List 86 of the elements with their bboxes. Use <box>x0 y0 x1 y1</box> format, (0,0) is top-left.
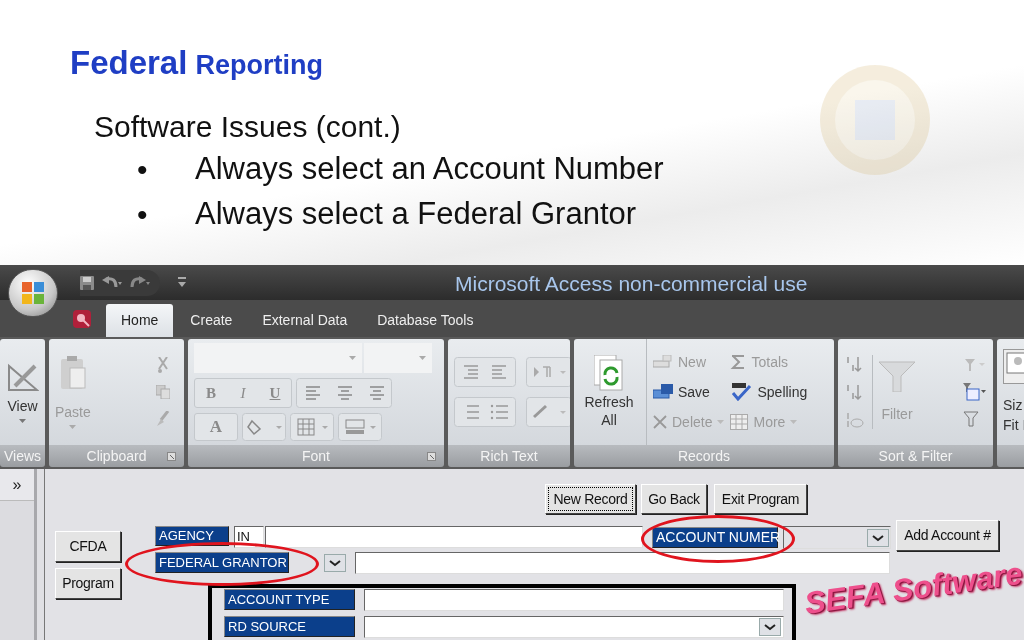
ribbon-group-label: Font <box>188 445 444 467</box>
combo-field[interactable] <box>364 616 784 638</box>
slide-title: Reporting <box>195 49 323 82</box>
caret-icon <box>69 424 77 429</box>
ribbon-button-label[interactable]: Siz <box>1003 395 1024 415</box>
ribbon-button-label[interactable]: Spelling <box>757 381 808 403</box>
align-buttons-icon[interactable] <box>296 378 392 408</box>
ribbon-group-label: Records <box>574 445 834 467</box>
copy-icon[interactable] <box>156 385 170 399</box>
ribbon-group-label: Rich Text <box>448 445 570 467</box>
caret-icon <box>717 420 725 424</box>
customize-icon[interactable] <box>178 276 186 289</box>
navigation-pane-toggle[interactable]: » <box>0 469 34 501</box>
clipboard-icon <box>59 355 86 390</box>
bullet-mark: • <box>137 196 149 233</box>
dropdown-button-icon[interactable] <box>324 554 346 572</box>
paragraph-icon[interactable] <box>526 357 570 387</box>
dialog-launcher-icon[interactable] <box>167 452 176 461</box>
form-button[interactable]: Go Back <box>641 484 707 514</box>
form-button[interactable]: CFDA <box>55 531 121 562</box>
text-field[interactable] <box>364 589 784 611</box>
form-icon <box>1003 349 1024 385</box>
ribbon-tab[interactable]: Database Tools <box>364 304 487 337</box>
office-logo-icon <box>22 282 44 304</box>
add-account-button[interactable]: Add Account # <box>896 520 999 551</box>
ribbon-group-label: Clipboard <box>49 445 184 467</box>
caret-icon <box>349 356 356 360</box>
table-icon <box>730 414 749 430</box>
spelling-check-icon <box>730 383 753 401</box>
ribbon-tab[interactable]: Home <box>106 304 174 337</box>
field-label: ACCOUNT TYPE <box>224 589 355 610</box>
sort-descending-icon[interactable] <box>844 383 864 401</box>
sigma-icon <box>730 354 747 370</box>
ribbon-tab[interactable]: External Data <box>249 304 361 337</box>
bullet-mark: • <box>137 151 149 188</box>
federal-grantor-field[interactable] <box>355 552 890 574</box>
undo-icon[interactable] <box>102 275 122 290</box>
caret-icon <box>19 418 26 423</box>
stamp-text: SEFA Software <box>801 554 1024 623</box>
toggle-filter-icon[interactable] <box>963 357 987 373</box>
bullet-text: Always select a Federal Grantor <box>195 195 637 233</box>
pencil-ruler-icon <box>6 361 39 394</box>
field-label: RD SOURCE <box>224 616 355 637</box>
form-button[interactable]: Exit Program <box>714 484 807 514</box>
dropdown-button-icon[interactable] <box>867 529 889 547</box>
form-button[interactable]: New Record <box>545 484 636 514</box>
clear-sort-icon[interactable] <box>844 411 864 429</box>
delete-icon <box>653 415 667 429</box>
refresh-icon <box>594 355 624 391</box>
redo-icon[interactable] <box>130 275 150 290</box>
save-icon[interactable] <box>80 275 94 290</box>
highlight-icon[interactable] <box>526 397 570 427</box>
advanced-filter-icon[interactable] <box>963 383 987 401</box>
alternate-fill-icon[interactable] <box>338 413 382 441</box>
gridlines-icon[interactable] <box>290 413 334 441</box>
save-record-icon <box>653 384 673 400</box>
form-button[interactable]: Program <box>55 568 121 599</box>
font-name-field[interactable] <box>194 343 362 373</box>
font-size-field[interactable] <box>364 343 432 373</box>
field-label: AGENCY <box>155 526 229 546</box>
ribbon-button-label[interactable]: Refresh All <box>580 393 638 429</box>
window-title: Microsoft Access non-commercial use <box>455 271 808 297</box>
bullet-text: Always select an Account Number <box>195 150 664 188</box>
funnel-icon <box>879 359 915 392</box>
caret-icon <box>419 356 426 360</box>
sort-ascending-icon[interactable] <box>844 355 864 373</box>
ribbon-group-label: Views <box>0 445 45 467</box>
slide-subtitle: Software Issues (cont.) <box>94 109 401 145</box>
indent-buttons-icon[interactable] <box>454 357 516 387</box>
ribbon-tab[interactable]: Create <box>177 304 246 337</box>
ribbon-group-label: Sort & Filter <box>838 445 993 467</box>
fill-color-icon[interactable] <box>242 413 286 441</box>
list-buttons-icon[interactable] <box>454 397 516 427</box>
slide-title: Federal <box>70 43 188 83</box>
agency-code-field[interactable]: IN <box>234 526 264 548</box>
filter-icon[interactable] <box>963 411 979 427</box>
ribbon-button-label[interactable]: Save <box>678 381 710 403</box>
field-label: FEDERAL GRANTOR <box>155 552 289 573</box>
scissors-icon[interactable] <box>157 357 169 373</box>
dropdown-button-icon[interactable] <box>759 618 781 636</box>
agency-name-field[interactable] <box>265 526 643 548</box>
new-record-icon <box>653 355 673 369</box>
caret-icon <box>790 420 798 424</box>
brush-icon[interactable] <box>156 411 170 427</box>
dialog-launcher-icon[interactable] <box>427 452 436 461</box>
ribbon-button-label[interactable]: View <box>7 395 38 417</box>
